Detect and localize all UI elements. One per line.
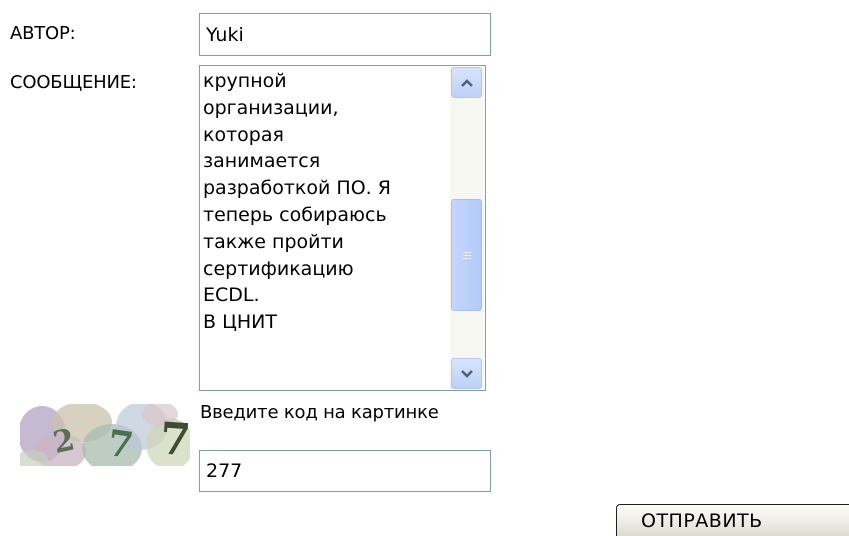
scrollbar-thumb[interactable] bbox=[451, 199, 482, 311]
submit-button[interactable]: ОТПРАВИТЬ bbox=[616, 504, 849, 536]
scrollbar-grip-icon bbox=[462, 251, 471, 259]
scroll-down-button[interactable] bbox=[451, 358, 482, 389]
scroll-up-button[interactable] bbox=[451, 67, 482, 98]
message-text: крупной организации, которая занимается … bbox=[203, 70, 391, 334]
author-label: АВТОР: bbox=[10, 23, 76, 44]
captcha-input[interactable] bbox=[199, 450, 491, 492]
scroll-up-arrow-icon bbox=[460, 78, 473, 87]
scroll-down-arrow-icon bbox=[460, 369, 473, 378]
author-input[interactable] bbox=[199, 13, 491, 56]
captcha-prompt: Введите код на картинке bbox=[200, 402, 439, 423]
message-label: СООБЩЕНИЕ: bbox=[10, 72, 137, 93]
message-textarea[interactable]: крупной организации, которая занимается … bbox=[199, 65, 486, 391]
message-scrollbar[interactable] bbox=[450, 67, 484, 389]
svg-text:7: 7 bbox=[158, 413, 190, 466]
captcha-image: 2 7 7 bbox=[20, 404, 190, 466]
